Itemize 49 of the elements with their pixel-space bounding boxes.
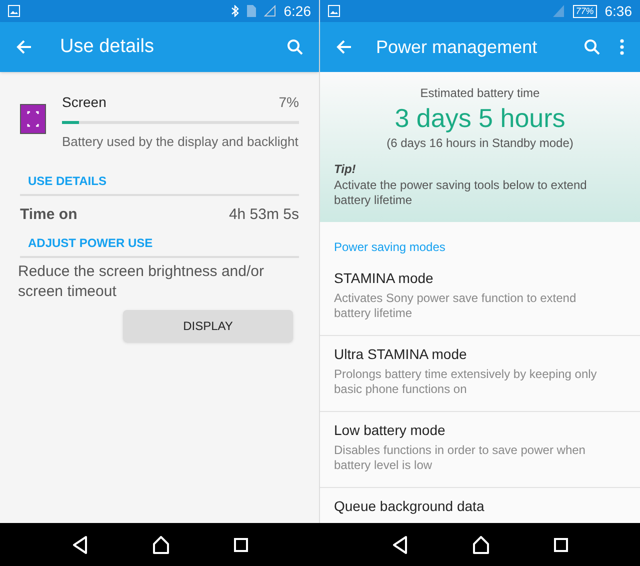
power-mode-item[interactable]: Ultra STAMINA mode Prolongs battery time extensively by keeping only basic phone functions on (320, 336, 640, 412)
power-mode-title: Queue background data (334, 497, 486, 516)
home-icon[interactable] (152, 536, 170, 554)
recent-apps-icon[interactable] (234, 538, 248, 552)
display-button[interactable]: DISPLAY (123, 310, 293, 342)
image-notification-icon (328, 5, 340, 17)
power-mode-item[interactable]: Queue background data (320, 488, 640, 517)
sim-card-icon (246, 5, 256, 17)
signal-icon (552, 5, 565, 17)
back-icon[interactable] (392, 536, 408, 554)
status-time: 6:26 (284, 2, 311, 20)
section-heading: Power saving modes (333, 239, 446, 256)
status-time: 6:36 (604, 2, 632, 20)
recent-apps-icon[interactable] (554, 538, 568, 552)
tip-text: Activate the power saving tools below to extend battery lifetime (334, 178, 588, 208)
estimate-value: 3 days 5 hours (394, 102, 566, 134)
standby-estimate: (6 days 16 hours in Standby mode) (386, 135, 574, 152)
estimate-label: Estimated battery time (420, 85, 540, 102)
time-on-value: 4h 53m 5s (228, 204, 299, 224)
power-mode-item[interactable]: STAMINA mode Activates Sony power save function to extend battery lifetime (320, 260, 640, 336)
back-arrow-icon[interactable] (16, 39, 32, 55)
tip-title: Tip! (334, 161, 357, 178)
power-mode-title: Low battery mode (334, 421, 446, 440)
back-icon[interactable] (72, 536, 88, 554)
more-options-icon[interactable] (620, 39, 624, 55)
screen-title: Use details (60, 34, 155, 59)
search-icon[interactable] (287, 39, 303, 55)
section-heading: USE DETAILS (20, 172, 299, 196)
power-mode-title: Ultra STAMINA mode (334, 345, 468, 364)
usage-name: Screen (62, 93, 106, 112)
adjust-description: Reduce the screen brightness and/or screen timeout (17, 262, 265, 302)
signal-icon (264, 5, 276, 17)
image-notification-icon (8, 5, 20, 17)
screen-app-icon (20, 104, 46, 134)
screen-title: Power management (376, 36, 538, 59)
section-heading: ADJUST POWER USE (20, 234, 299, 258)
home-icon[interactable] (472, 536, 490, 554)
bluetooth-icon (230, 5, 239, 17)
power-mode-subtitle: Disables functions in order to save power when battery level is low (334, 443, 586, 473)
battery-indicator: 77% (572, 4, 597, 18)
power-mode-item[interactable]: Low battery mode Disables functions in order to save power when battery level is low (320, 412, 640, 488)
power-mode-subtitle: Activates Sony power save function to extend battery lifetime (334, 291, 578, 321)
time-on-label: Time on (20, 204, 78, 224)
usage-description: Battery used by the display and backlight (62, 133, 299, 151)
power-mode-subtitle: Prolongs battery time extensively by keeping only basic phone functions on (334, 367, 598, 397)
usage-percent: 7% (278, 93, 299, 112)
back-arrow-icon[interactable] (336, 39, 352, 55)
power-mode-title: STAMINA mode (334, 269, 434, 288)
search-icon[interactable] (584, 39, 600, 55)
